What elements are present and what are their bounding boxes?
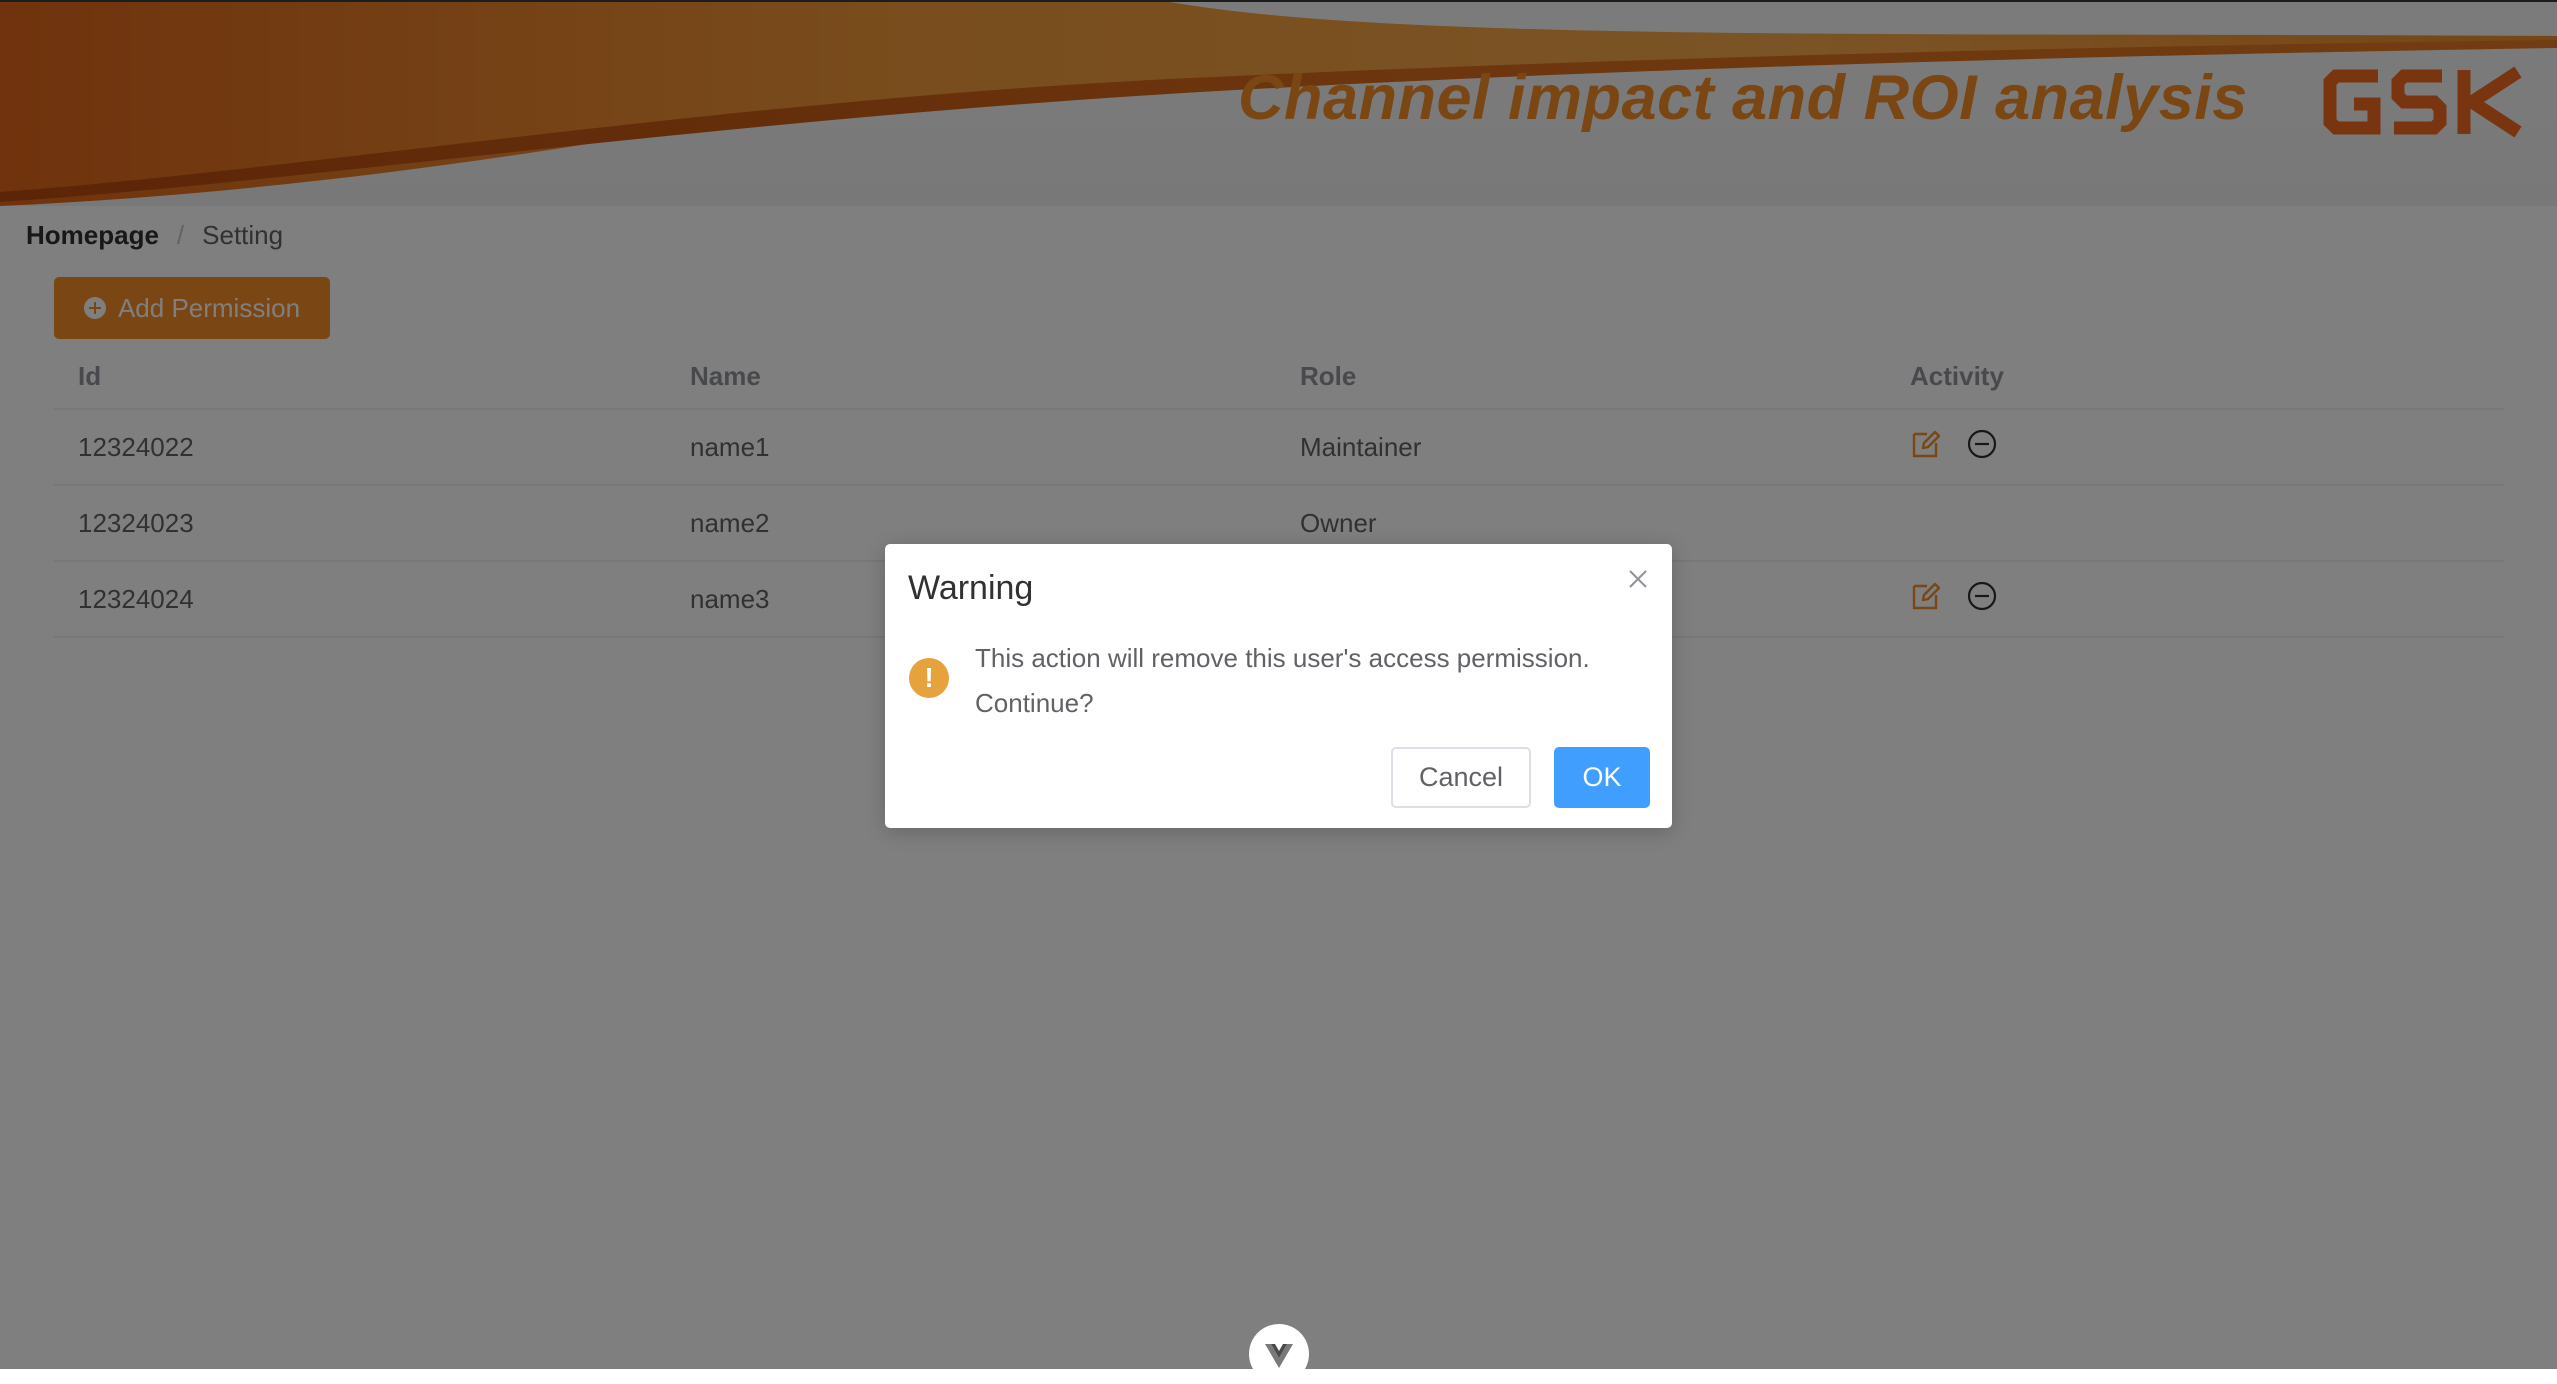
dialog-message-line: This action will remove this user's acce… xyxy=(975,643,1590,673)
devtools-toggle-button[interactable] xyxy=(1249,1324,1309,1384)
vue-logo-icon xyxy=(1265,1344,1293,1368)
warning-icon: ! xyxy=(909,658,949,698)
cancel-button[interactable]: Cancel xyxy=(1391,747,1531,808)
dialog-message: This action will remove this user's acce… xyxy=(975,636,1635,726)
dialog-title: Warning xyxy=(908,569,1034,607)
warning-dialog: Warning ! This action will remove this u… xyxy=(885,544,1672,828)
ok-button[interactable]: OK xyxy=(1554,747,1650,808)
close-icon[interactable] xyxy=(1624,565,1652,593)
dialog-message-line: Continue? xyxy=(975,688,1094,718)
